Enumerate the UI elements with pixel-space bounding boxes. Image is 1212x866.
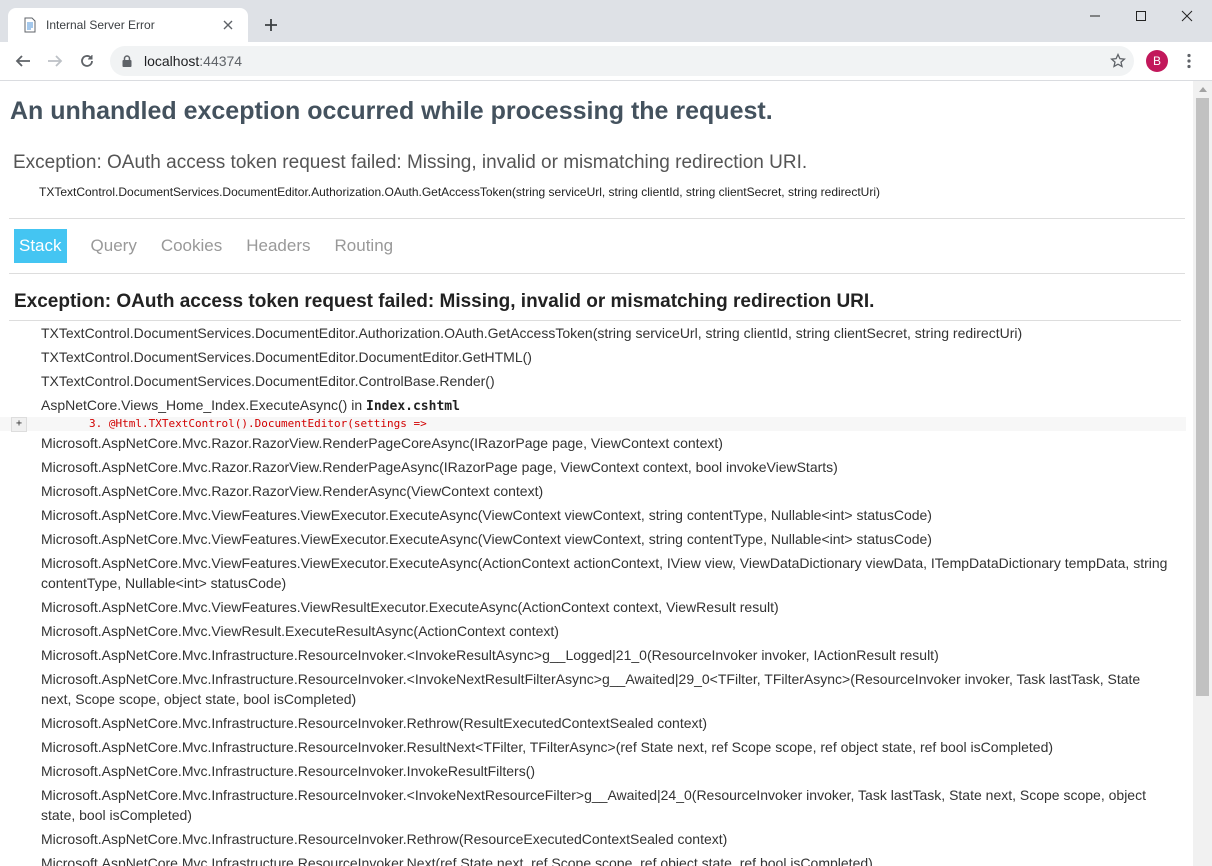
browser-tab[interactable]: Internal Server Error bbox=[8, 8, 248, 42]
stack-frame: TXTextControl.DocumentServices.DocumentE… bbox=[41, 349, 532, 365]
address-bar[interactable]: localhost:44374 bbox=[110, 46, 1134, 76]
divider bbox=[9, 273, 1185, 274]
stack-frame: Microsoft.AspNetCore.Mvc.Infrastructure.… bbox=[41, 739, 1054, 755]
error-tabs: Stack Query Cookies Headers Routing bbox=[14, 229, 405, 263]
lock-icon[interactable] bbox=[120, 54, 134, 68]
tab-stack[interactable]: Stack bbox=[14, 229, 67, 263]
window-close-icon[interactable] bbox=[1164, 6, 1210, 26]
maximize-icon[interactable] bbox=[1118, 6, 1164, 26]
vertical-scrollbar[interactable] bbox=[1193, 81, 1212, 866]
new-tab-icon[interactable] bbox=[262, 16, 280, 34]
stack-frame: Microsoft.AspNetCore.Mvc.ViewFeatures.Vi… bbox=[41, 599, 779, 615]
frame-method: AspNetCore.Views_Home_Index.ExecuteAsync… bbox=[41, 397, 367, 413]
browser-toolbar: localhost:44374 bbox=[0, 42, 1212, 81]
stack-frame: Microsoft.AspNetCore.Mvc.Razor.RazorView… bbox=[41, 459, 838, 475]
stack-frame: Microsoft.AspNetCore.Mvc.Infrastructure.… bbox=[41, 763, 536, 779]
tab-routing[interactable]: Routing bbox=[323, 229, 406, 263]
tab-query[interactable]: Query bbox=[79, 229, 149, 263]
stack-frame: Microsoft.AspNetCore.Mvc.ViewFeatures.Vi… bbox=[41, 555, 1168, 591]
scrollbar-thumb[interactable] bbox=[1196, 98, 1209, 696]
url-port: :44374 bbox=[199, 53, 243, 69]
stack-frame: Microsoft.AspNetCore.Mvc.ViewResult.Exec… bbox=[41, 623, 559, 639]
stack-frame: TXTextControl.DocumentServices.DocumentE… bbox=[41, 373, 495, 389]
divider bbox=[9, 320, 1181, 321]
url-host: localhost bbox=[144, 53, 200, 69]
minimize-icon[interactable] bbox=[1072, 6, 1118, 26]
stack-frame: Microsoft.AspNetCore.Mvc.Razor.RazorView… bbox=[41, 483, 544, 499]
stack-frame: Microsoft.AspNetCore.Mvc.Infrastructure.… bbox=[41, 671, 1141, 707]
expand-source-button[interactable]: + bbox=[11, 417, 27, 432]
exception-summary: Exception: OAuth access token request fa… bbox=[13, 152, 808, 173]
source-code-row: + 3. @Html.TXTextControl().DocumentEdito… bbox=[0, 417, 1186, 432]
scroll-up-arrow-icon[interactable] bbox=[1193, 81, 1212, 98]
browser-titlebar: Internal Server Error bbox=[0, 0, 1212, 42]
stack-frame: Microsoft.AspNetCore.Mvc.Infrastructure.… bbox=[41, 855, 873, 866]
close-tab-icon[interactable] bbox=[220, 17, 236, 33]
document-icon bbox=[22, 17, 38, 33]
tab-headers[interactable]: Headers bbox=[234, 229, 322, 263]
stack-frame: Microsoft.AspNetCore.Mvc.Infrastructure.… bbox=[41, 831, 728, 847]
frame-filename: Index.cshtml bbox=[366, 399, 460, 414]
reload-icon[interactable] bbox=[76, 50, 98, 72]
profile-avatar[interactable]: B bbox=[1146, 50, 1168, 72]
stack-frame: Microsoft.AspNetCore.Mvc.Infrastructure.… bbox=[41, 647, 939, 663]
tab-cookies[interactable]: Cookies bbox=[149, 229, 234, 263]
forward-arrow-icon[interactable] bbox=[44, 50, 66, 72]
divider bbox=[9, 218, 1185, 219]
stack-frame: Microsoft.AspNetCore.Mvc.Razor.RazorView… bbox=[41, 435, 723, 451]
stack-exception-title: Exception: OAuth access token request fa… bbox=[14, 291, 875, 312]
stack-frames: TXTextControl.DocumentServices.DocumentE… bbox=[0, 323, 1186, 866]
source-code-text: @Html.TXTextControl().DocumentEditor(set… bbox=[108, 417, 427, 430]
url-text: localhost:44374 bbox=[144, 53, 242, 69]
stack-frame: Microsoft.AspNetCore.Mvc.ViewFeatures.Vi… bbox=[41, 507, 932, 523]
error-page: An unhandled exception occurred while pr… bbox=[0, 81, 1193, 866]
stack-frame: TXTextControl.DocumentServices.DocumentE… bbox=[41, 325, 1023, 341]
stack-frame: Microsoft.AspNetCore.Mvc.Infrastructure.… bbox=[41, 715, 708, 731]
back-arrow-icon[interactable] bbox=[12, 50, 34, 72]
tab-title: Internal Server Error bbox=[46, 18, 155, 32]
source-line-number: 3. bbox=[89, 417, 103, 430]
stack-frame-razor: AspNetCore.Views_Home_Index.ExecuteAsync… bbox=[41, 395, 1171, 417]
page-title: An unhandled exception occurred while pr… bbox=[10, 97, 773, 125]
source-code-line: 3. @Html.TXTextControl().DocumentEditor(… bbox=[89, 417, 427, 431]
bookmark-star-icon[interactable] bbox=[1110, 52, 1126, 69]
stack-frame: Microsoft.AspNetCore.Mvc.Infrastructure.… bbox=[41, 787, 1146, 823]
exception-location: TXTextControl.DocumentServices.DocumentE… bbox=[39, 185, 880, 199]
kebab-menu-icon[interactable] bbox=[1182, 52, 1196, 70]
stack-frame: Microsoft.AspNetCore.Mvc.ViewFeatures.Vi… bbox=[41, 531, 932, 547]
